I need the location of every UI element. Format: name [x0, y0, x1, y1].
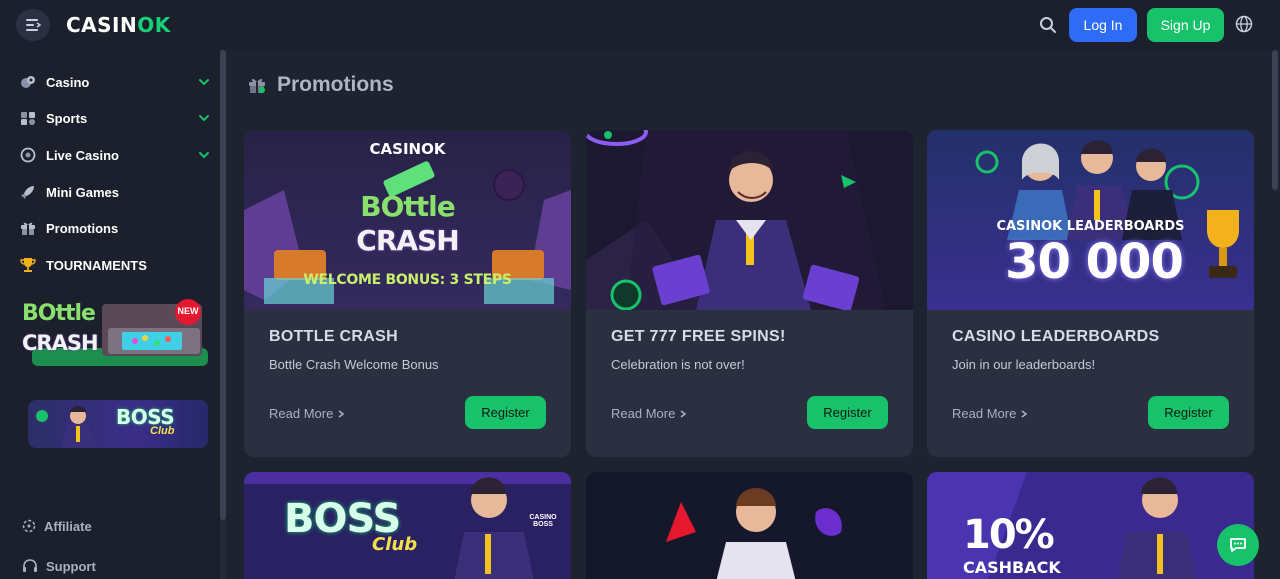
logo-ok: OK — [137, 13, 171, 37]
main-scrollbar[interactable] — [1272, 50, 1278, 190]
casinok-logo[interactable]: CASINOK — [66, 13, 171, 37]
promo-image-free-spins[interactable] — [586, 130, 913, 310]
sidebar-item-label: Sports — [46, 110, 88, 126]
read-more-link[interactable]: Read More — [611, 406, 688, 421]
support-label: Support — [46, 558, 96, 574]
card-art-amount: 30 000 — [1005, 234, 1184, 290]
globe-icon — [1235, 15, 1253, 33]
card-title: CASINO LEADERBOARDS — [952, 328, 1160, 345]
sidebar-affiliate[interactable]: Affiliate — [22, 515, 92, 537]
sidebar-support[interactable]: Support — [22, 555, 96, 577]
trophy-icon — [20, 257, 36, 273]
banner-title-top: BOttle — [22, 301, 96, 326]
sidebar-item-tournaments[interactable]: TOURNAMENTS — [20, 251, 210, 279]
sidebar-item-label: Live Casino — [46, 147, 119, 163]
sidebar-item-label: Promotions — [46, 220, 119, 236]
card-brand: CASINOK — [369, 140, 446, 158]
promo-card-boss-club[interactable]: BOSS Club CASINO BOSS — [244, 472, 571, 579]
page-title: Promotions — [277, 73, 394, 96]
card-description: Bottle Crash Welcome Bonus — [269, 357, 439, 372]
card-art-line1: 10% — [963, 512, 1055, 558]
login-button[interactable]: Log In — [1069, 8, 1137, 42]
rocket-icon — [20, 184, 36, 200]
language-button[interactable] — [1235, 15, 1253, 33]
sidebar-scroll-thumb[interactable] — [220, 50, 226, 520]
promo-card-bottle-crash: CASINOK BOttle CRASH WELCOME BONUS: 3 ST… — [244, 130, 571, 457]
search-button[interactable] — [1037, 14, 1059, 36]
card-description: Join in our leaderboards! — [952, 357, 1096, 372]
register-button[interactable]: Register — [807, 396, 888, 429]
sidebar-item-casino[interactable]: Casino — [20, 68, 210, 96]
banner-title-bottom: CRASH — [22, 331, 99, 355]
new-badge: NEW — [177, 306, 199, 316]
promo-card-roulette[interactable] — [586, 472, 913, 579]
card-title: GET 777 FREE SPINS! — [611, 328, 786, 345]
logo-text: CASIN — [66, 13, 138, 37]
live-casino-icon — [20, 147, 36, 163]
card-description: Celebration is not over! — [611, 357, 745, 372]
gift-icon — [249, 78, 265, 93]
bottle-crash-banner[interactable]: BOttle CRASH NEW — [20, 298, 208, 368]
boss-club-banner[interactable]: BOSS Club — [28, 400, 208, 448]
card-title: BOTTLE CRASH — [269, 328, 398, 345]
card-art-caption: WELCOME BONUS: 3 STEPS — [303, 272, 512, 288]
affiliate-icon — [22, 519, 36, 533]
card-art-line2: CASHBACK — [963, 558, 1061, 577]
card-art-brand: CASINO BOSS — [529, 514, 557, 528]
chevron-down-icon — [199, 115, 209, 122]
card-art-line2: Club — [372, 534, 418, 555]
chevron-down-icon — [199, 79, 209, 86]
card-art-line2: CRASH — [356, 224, 459, 257]
sidebar-item-live-casino[interactable]: Live Casino — [20, 141, 210, 169]
register-button[interactable]: Register — [1148, 396, 1229, 429]
sidebar-item-label: TOURNAMENTS — [46, 257, 147, 273]
chat-icon — [1230, 538, 1246, 552]
chevron-right-icon — [338, 409, 345, 418]
page-header: Promotions — [247, 70, 394, 100]
sidebar-item-label: Casino — [46, 74, 90, 90]
chevron-right-icon — [680, 409, 687, 418]
read-more-link[interactable]: Read More — [269, 406, 346, 421]
hamburger-icon — [26, 19, 41, 31]
affiliate-label: Affiliate — [44, 518, 92, 534]
read-more-label: Read More — [952, 406, 1017, 421]
sidebar-item-mini-games[interactable]: Mini Games — [20, 178, 210, 206]
casino-chips-icon — [20, 74, 36, 90]
chevron-down-icon — [199, 152, 209, 159]
card-art-line1: BOttle — [360, 190, 456, 223]
gift-icon — [20, 220, 36, 236]
chevron-right-icon — [1021, 409, 1028, 418]
read-more-link[interactable]: Read More — [952, 406, 1029, 421]
search-icon — [1040, 17, 1056, 33]
sidebar-item-sports[interactable]: Sports — [20, 104, 210, 132]
read-more-label: Read More — [269, 406, 334, 421]
promo-card-cashback[interactable]: 10% CASHBACK — [927, 472, 1254, 579]
sidebar-item-label: Mini Games — [46, 184, 119, 200]
promo-image-bottle-crash[interactable]: CASINOK BOttle CRASH WELCOME BONUS: 3 ST… — [244, 130, 571, 310]
boss-banner-subtitle: Club — [150, 425, 175, 437]
register-button[interactable]: Register — [465, 396, 546, 429]
sidebar-scrollbar[interactable] — [220, 50, 226, 579]
signup-button[interactable]: Sign Up — [1147, 8, 1224, 42]
read-more-label: Read More — [611, 406, 676, 421]
headset-icon — [23, 559, 37, 572]
sports-icon — [20, 110, 36, 126]
promo-image-leaderboards[interactable]: CASINOK LEADERBOARDS 30 000 — [927, 130, 1254, 310]
promo-card-leaderboards: CASINOK LEADERBOARDS 30 000 CASINO LEADE… — [927, 130, 1254, 457]
promo-card-free-spins: GET 777 FREE SPINS! Celebration is not o… — [586, 130, 913, 457]
card-art-caption: CASINOK LEADERBOARDS — [996, 219, 1185, 234]
menu-toggle-button[interactable] — [16, 9, 50, 41]
top-header: CASINOK Log In Sign Up — [0, 0, 1280, 50]
live-chat-button[interactable] — [1217, 524, 1259, 566]
sidebar-item-promotions[interactable]: Promotions — [20, 214, 210, 242]
